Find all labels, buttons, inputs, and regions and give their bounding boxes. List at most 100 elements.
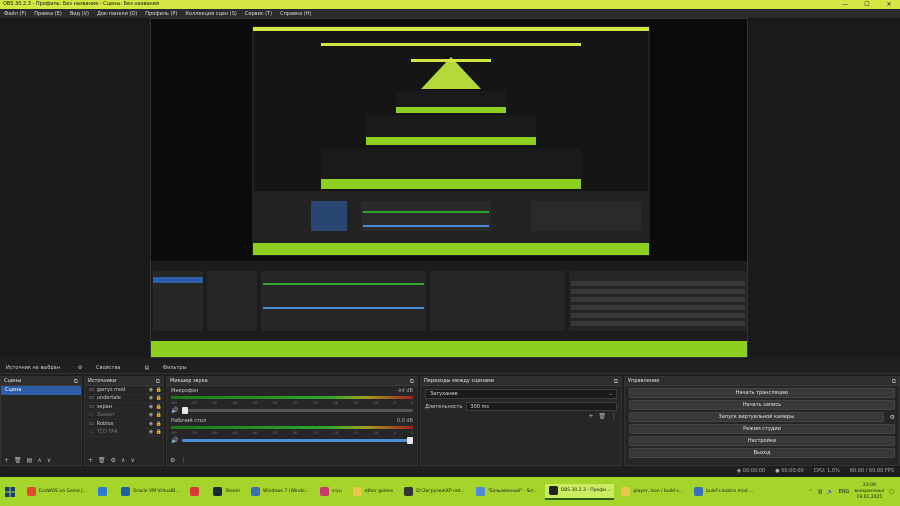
source-item[interactable]: ▭ undertale ◉ 🔒 bbox=[85, 395, 163, 403]
eye-icon[interactable]: ◉ bbox=[147, 429, 155, 435]
clock[interactable]: 23:09 воскресенье 19.01.2025 bbox=[854, 483, 884, 501]
remove-icon[interactable]: 🗑 bbox=[98, 457, 106, 464]
lock-icon[interactable]: 🔒 bbox=[155, 421, 163, 427]
source-item[interactable]: ▭ TCO FAR ◉ 🔒 bbox=[85, 429, 163, 437]
menu-file[interactable]: Файл (F) bbox=[0, 11, 30, 17]
tick: -40 bbox=[251, 401, 258, 405]
taskbar-app-button[interactable]: other games bbox=[349, 484, 398, 500]
menu-docks[interactable]: Док-панели (D) bbox=[93, 11, 141, 17]
eye-icon[interactable]: ◉ bbox=[147, 412, 155, 418]
volume-meter bbox=[171, 396, 413, 399]
scene-item[interactable]: Сцена bbox=[1, 386, 81, 395]
lock-icon[interactable]: 🔒 bbox=[155, 412, 163, 418]
menu-help[interactable]: Справка (H) bbox=[276, 11, 315, 17]
tick: -25 bbox=[312, 401, 318, 405]
taskbar-app-button[interactable]: cryu bbox=[316, 484, 346, 500]
taskbar-app-button[interactable]: Windows 7 (Windo... bbox=[247, 484, 313, 500]
lock-icon[interactable]: 🔒 bbox=[155, 387, 163, 393]
remove-icon[interactable]: 🗑 bbox=[14, 457, 22, 464]
start-button[interactable] bbox=[0, 477, 20, 506]
settings-button[interactable]: Настройки bbox=[629, 436, 895, 446]
source-item[interactable]: ▭ Roblox ◉ 🔒 bbox=[85, 420, 163, 429]
dock-float-icon[interactable]: ⧉ bbox=[74, 377, 78, 386]
taskbar-app-button[interactable]: player, lson / build s... bbox=[617, 484, 687, 500]
tick: 0 bbox=[410, 431, 413, 435]
taskbar-app-button[interactable] bbox=[186, 484, 206, 500]
fader-track[interactable] bbox=[182, 407, 413, 414]
add-icon[interactable]: + bbox=[4, 457, 9, 464]
chevron-down-icon: ⌄ bbox=[608, 391, 613, 397]
properties-button[interactable]: ⚙ Свойства bbox=[66, 365, 133, 371]
eye-icon[interactable]: ◉ bbox=[147, 395, 155, 401]
menu-view[interactable]: Вид (V) bbox=[66, 11, 93, 17]
speaker-icon[interactable]: 🔊 bbox=[171, 437, 178, 444]
lock-icon[interactable]: 🔒 bbox=[155, 429, 163, 435]
start-recording-button[interactable]: Начать запись bbox=[629, 400, 895, 410]
lock-icon[interactable]: 🔒 bbox=[155, 395, 163, 401]
gear-icon[interactable]: ⚙ bbox=[170, 457, 175, 464]
taskbar: EcoWOS на Game J... Oracle VM VirtualB...… bbox=[0, 477, 900, 506]
dock-float-icon[interactable]: ⧉ bbox=[892, 377, 896, 386]
close-button[interactable]: ✕ bbox=[878, 0, 900, 9]
dock-float-icon[interactable]: ⧉ bbox=[614, 377, 618, 386]
menu-scene-collection[interactable]: Коллекция сцен (S) bbox=[181, 11, 241, 17]
fader-knob[interactable] bbox=[407, 437, 413, 444]
gear-icon[interactable]: ⚙ bbox=[111, 457, 116, 464]
taskbar-app-button[interactable]: "Безымянный" - Scr... bbox=[472, 484, 542, 500]
down-icon[interactable]: ∨ bbox=[130, 457, 134, 464]
down-icon[interactable]: ∨ bbox=[47, 457, 51, 464]
up-icon[interactable]: ∧ bbox=[37, 457, 41, 464]
lock-icon[interactable]: 🔒 bbox=[155, 404, 163, 410]
source-item[interactable]: ▭ экран ◉ 🔒 bbox=[85, 403, 163, 412]
network-icon[interactable]: ▥ bbox=[818, 489, 823, 495]
app-icon bbox=[621, 487, 631, 496]
source-item[interactable]: ▭ Захват ◉ 🔒 bbox=[85, 412, 163, 420]
start-virtual-camera-button[interactable]: Запуск виртуальной камеры bbox=[629, 412, 884, 422]
remove-icon[interactable]: 🗑 bbox=[598, 413, 606, 420]
add-icon[interactable]: + bbox=[588, 413, 593, 420]
app-icon bbox=[27, 487, 36, 496]
taskbar-app-button[interactable] bbox=[94, 484, 114, 500]
volume-fader[interactable]: 🔊 bbox=[171, 437, 413, 444]
exit-button[interactable]: Выход bbox=[629, 448, 895, 458]
more-icon[interactable]: ⋮ bbox=[611, 413, 617, 420]
chevron-up-icon[interactable]: ⌃ bbox=[808, 489, 812, 495]
taskbar-app-button[interactable]: Oracle VM VirtualB... bbox=[117, 484, 184, 500]
fader-track[interactable] bbox=[182, 437, 413, 444]
dock-float-icon[interactable]: ⧉ bbox=[410, 377, 414, 386]
menu-profile[interactable]: Профиль (P) bbox=[141, 11, 181, 17]
speaker-icon[interactable]: 🔊 bbox=[171, 407, 178, 414]
program-preview[interactable] bbox=[150, 18, 748, 358]
rec-time: 00:00:00 bbox=[781, 468, 804, 474]
transition-select[interactable]: Затухание ⌄ bbox=[425, 389, 617, 399]
mixer-title: Микшер звука ⧉ bbox=[167, 377, 417, 386]
gear-icon[interactable]: ⚙ bbox=[890, 414, 895, 421]
eye-icon[interactable]: ◉ bbox=[147, 421, 155, 427]
taskbar-app-button[interactable]: build's basics mod ... bbox=[690, 484, 757, 500]
filter-icon[interactable]: ▤ bbox=[27, 457, 33, 464]
up-icon[interactable]: ∧ bbox=[121, 457, 125, 464]
language-indicator[interactable]: ENG bbox=[839, 489, 850, 495]
taskbar-app-button[interactable]: D:\Загрузки\XP net... bbox=[400, 484, 468, 500]
start-streaming-button[interactable]: Начать трансляцию bbox=[629, 388, 895, 398]
notifications-icon[interactable]: ▢ bbox=[889, 489, 894, 495]
minimize-button[interactable]: — bbox=[834, 0, 856, 9]
taskbar-app-button[interactable]: OBS 30.2.3 - Профи... bbox=[544, 483, 615, 500]
fader-knob[interactable] bbox=[182, 407, 189, 414]
menu-edit[interactable]: Правка (E) bbox=[30, 11, 66, 17]
eye-icon[interactable]: ◉ bbox=[147, 404, 155, 410]
volume-fader[interactable]: 🔊 bbox=[171, 407, 413, 414]
taskbar-app-button[interactable]: Steam bbox=[209, 484, 244, 500]
eye-icon[interactable]: ◉ bbox=[147, 387, 155, 393]
taskbar-app-button[interactable]: EcoWOS на Game J... bbox=[23, 484, 91, 500]
volume-icon[interactable]: 🔊 bbox=[827, 489, 833, 495]
maximize-button[interactable]: ☐ bbox=[856, 0, 878, 9]
studio-mode-button[interactable]: Режим студии bbox=[629, 424, 895, 434]
menu-tools[interactable]: Сервис (T) bbox=[241, 11, 276, 17]
filters-button[interactable]: ▤ Фильтры bbox=[132, 365, 198, 371]
source-item[interactable]: ▭ garrys mod ◉ 🔒 bbox=[85, 386, 163, 395]
duration-input[interactable]: 300 ms bbox=[466, 402, 617, 411]
more-icon[interactable]: ⋮ bbox=[180, 457, 186, 464]
add-icon[interactable]: + bbox=[88, 457, 93, 464]
dock-float-icon[interactable]: ⧉ bbox=[156, 377, 160, 386]
